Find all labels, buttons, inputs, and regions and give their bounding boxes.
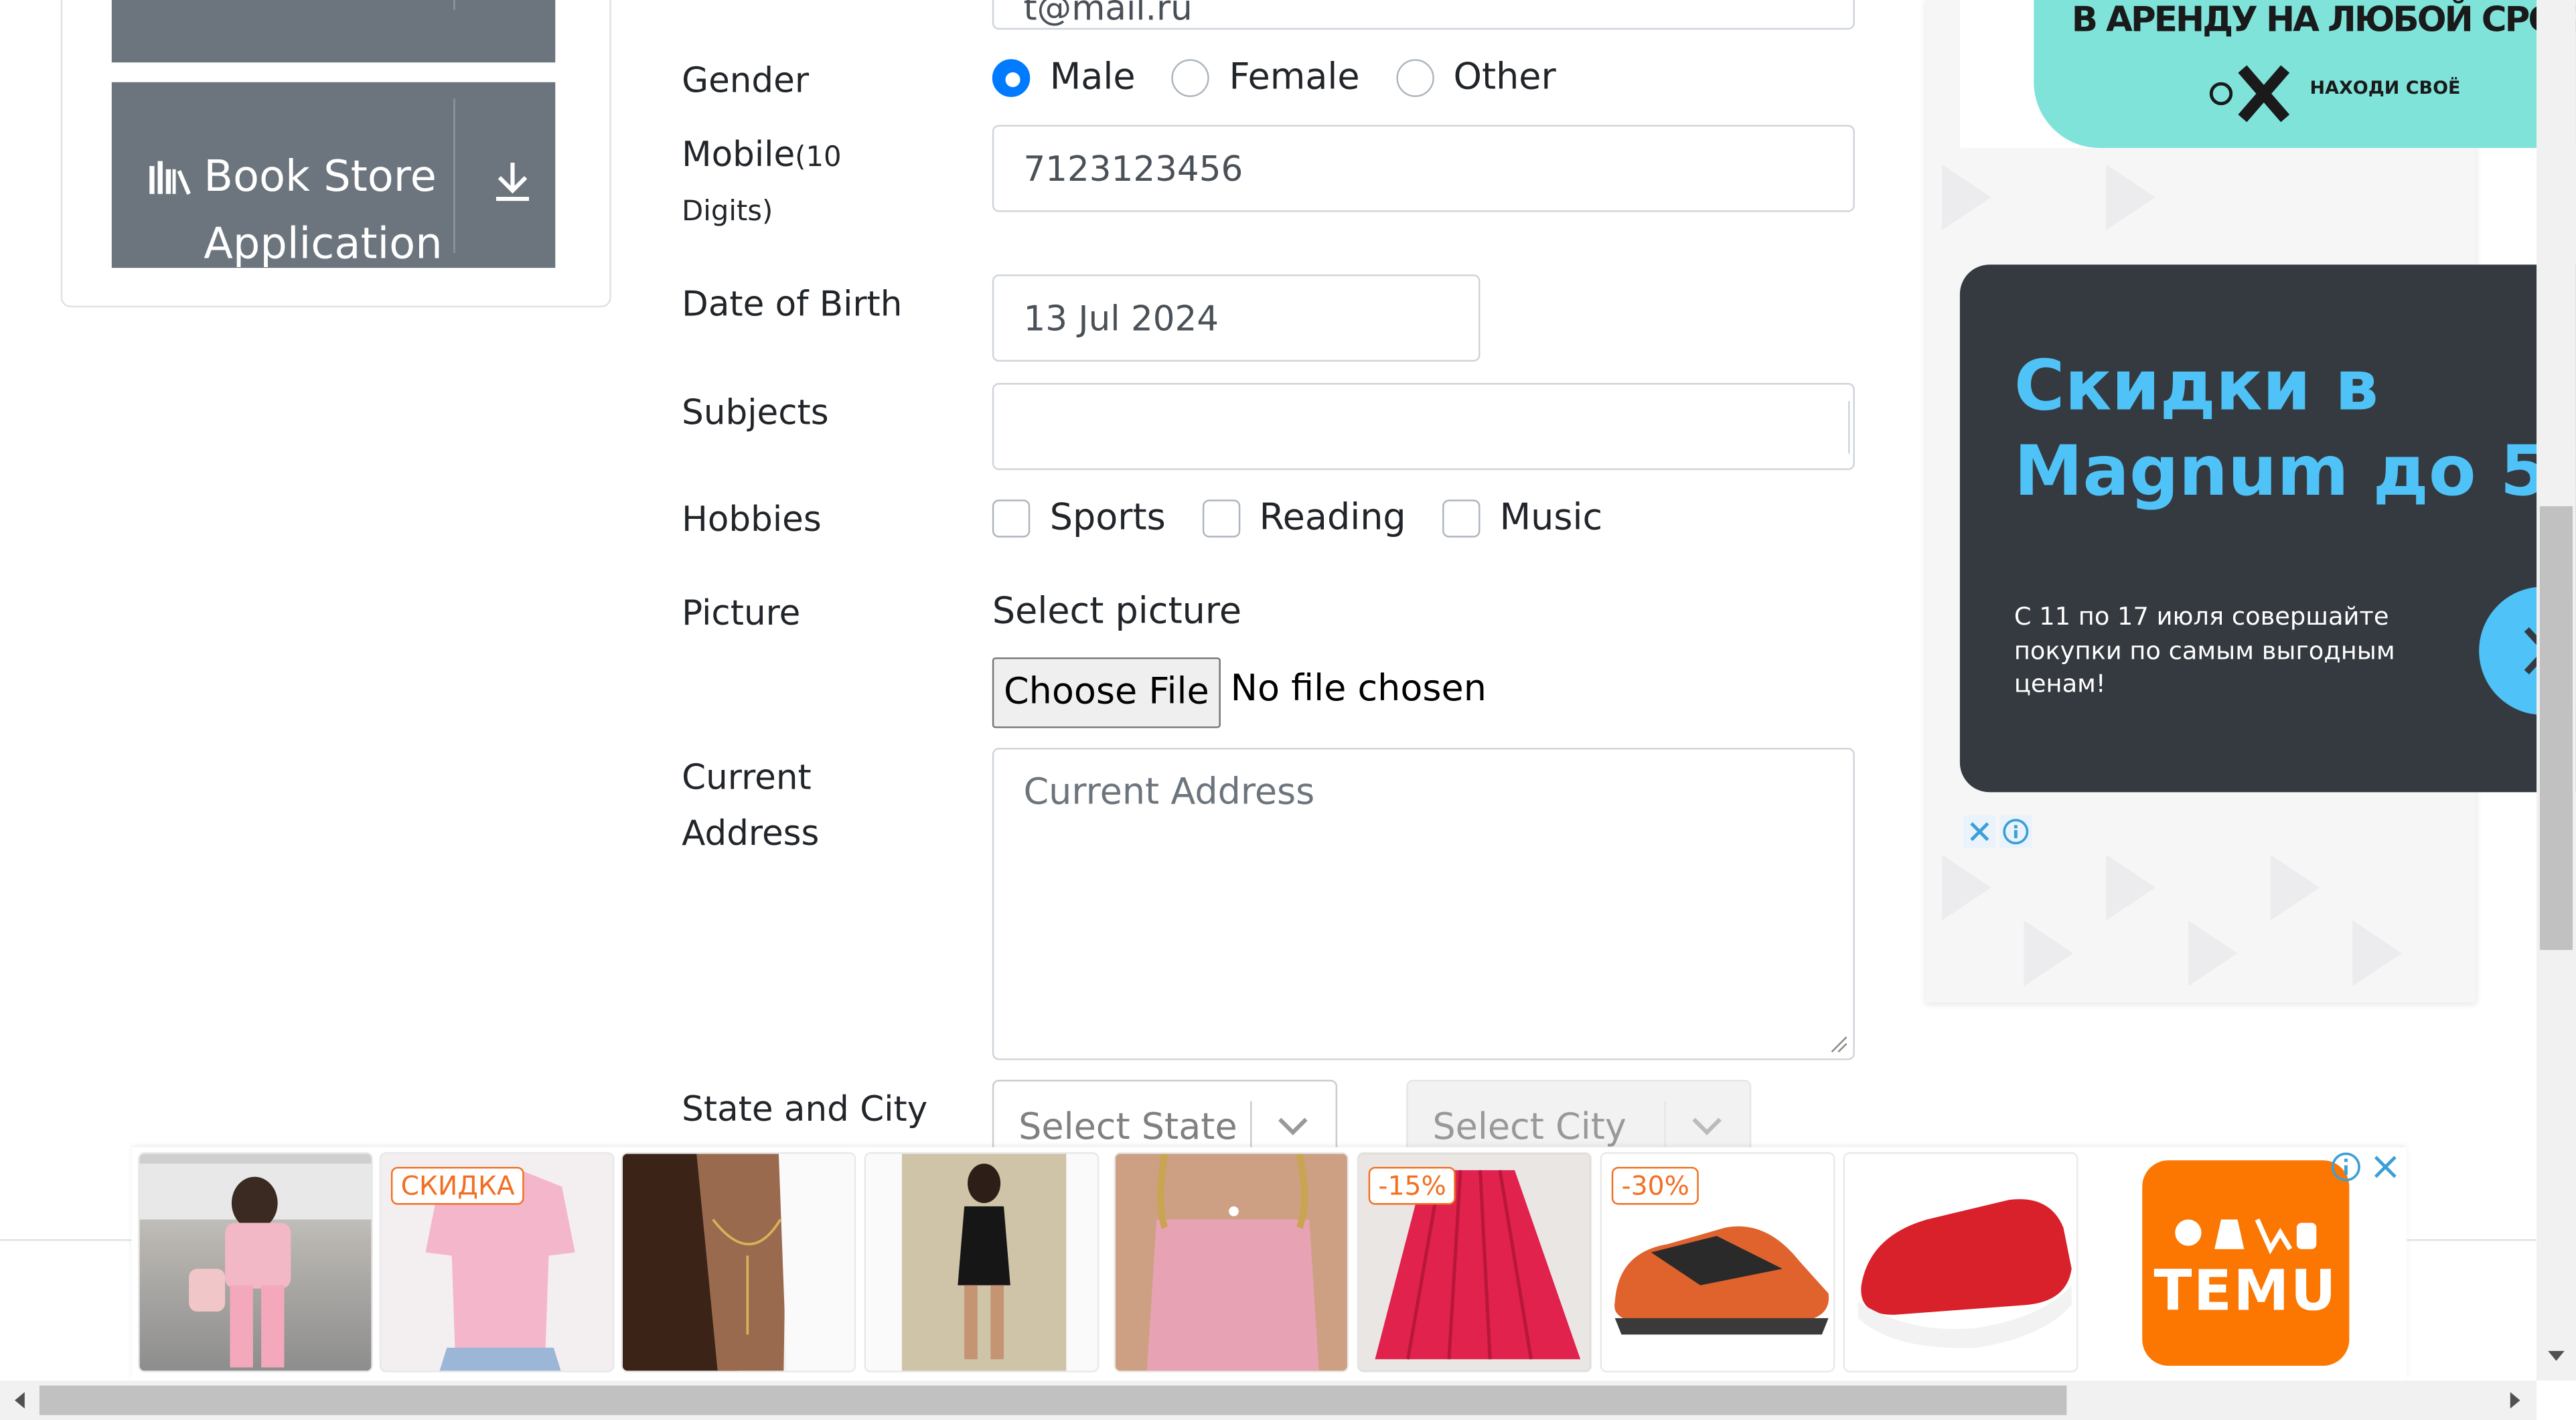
ad-top-title: В АРЕНДУ НА ЛЮБОЙ СРОК [2071,0,2576,40]
promo-title-line-1: Скидки в [2014,345,2379,426]
mobile-label: Mobile(10 [682,127,841,185]
ad-close-icon[interactable] [2370,1150,2400,1183]
current-address-label-1: Current [682,757,812,797]
dob-label: Date of Birth [682,284,903,324]
scroll-down-arrow-icon[interactable] [2545,1344,2567,1367]
no-file-chosen-text: No file chosen [1230,669,1487,710]
product-tile[interactable] [1843,1152,2078,1372]
gender-other-label[interactable]: Other [1453,58,1556,98]
tile-divider [453,98,455,254]
dob-value: 13 Jul 2024 [1023,298,1219,338]
browser-viewport: Book Store Application t@mail.ru Gender … [0,0,2576,1420]
subjects-caret [1848,400,1850,454]
hobbies-group: Sports Reading Music [992,498,1639,539]
product-tile[interactable]: СКИДКА [379,1152,615,1372]
tile-divider [453,0,455,10]
book-store-application-tile[interactable]: Book Store Application [111,82,556,268]
chevron-down-icon [1692,1117,1722,1135]
promo-title: Скидки в Magnum до 50% [2014,343,2576,514]
product-tile[interactable] [1114,1152,1349,1372]
vertical-scrollbar-thumb[interactable] [2539,506,2573,950]
promo-text: С 11 по 17 июля совершайте покупки по са… [2014,601,2395,699]
mobile-label-text: Mobile [682,135,795,175]
select-separator [1664,1101,1666,1151]
hobby-reading-label[interactable]: Reading [1260,498,1406,539]
mobile-hint: (10 [795,141,842,175]
subjects-input[interactable] [992,382,1855,471]
hobby-sports-label[interactable]: Sports [1050,498,1166,539]
menu-tile-previous[interactable] [111,0,556,63]
current-address-label-2: Address [682,813,820,854]
bottom-ad-strip[interactable]: СКИДКА -15% -30% TEMU [131,1147,2407,1381]
select-city-placeholder: Select City [1432,1107,1626,1149]
hobby-reading-checkbox[interactable] [1201,499,1240,538]
mobile-value: 7123123456 [1023,149,1243,189]
scroll-right-arrow-icon[interactable] [2504,1389,2526,1411]
ad-close-icon[interactable] [1963,815,1996,848]
books-icon [149,161,191,195]
product-tile[interactable]: -15% [1357,1152,1592,1372]
product-image-necklace [622,1154,854,1371]
mobile-hint-digits: Digits) [682,195,773,229]
chevron-down-icon [1278,1117,1308,1135]
mobile-input[interactable]: 7123123456 [992,125,1855,212]
discount-badge: -30% [1611,1166,1699,1205]
scroll-left-arrow-icon[interactable] [8,1389,31,1411]
gender-label: Gender [682,60,810,100]
gender-radio-group: Male Female Other [992,58,1592,98]
product-image-red-slipper [1858,1199,2072,1348]
gender-female-label[interactable]: Female [1229,58,1359,98]
hobbies-label: Hobbies [682,499,822,540]
temu-label: TEMU [2153,1259,2338,1325]
discount-badge: -15% [1368,1166,1456,1205]
hobby-music-label[interactable]: Music [1500,498,1603,539]
resize-grip-icon[interactable] [1830,1036,1848,1054]
select-state-placeholder: Select State [1018,1107,1237,1149]
temu-logo[interactable]: TEMU [2142,1160,2350,1366]
current-address-textarea[interactable]: Current Address [992,747,1855,1060]
gender-male-radio[interactable] [992,59,1031,97]
product-image-black-romper [865,1154,1097,1371]
select-separator [1250,1101,1252,1151]
ad-top-banner[interactable]: В АРЕНДУ НА ЛЮБОЙ СРОК НАХОДИ СВОЁ [1959,0,2576,148]
select-picture-label: Select picture [992,591,1242,633]
ad-info-icon[interactable] [2330,1150,2362,1183]
ad-info-icon[interactable] [1999,815,2032,848]
subjects-label: Subjects [682,392,829,432]
gender-male-label[interactable]: Male [1050,58,1136,98]
state-city-label: State and City [682,1089,928,1129]
product-tile[interactable]: -30% [1600,1152,1835,1372]
date-of-birth-input[interactable]: 13 Jul 2024 [992,274,1481,362]
product-image-pink-top [1115,1154,1347,1371]
email-value: t@mail.ru [1023,0,1193,28]
horizontal-scrollbar-thumb[interactable] [39,1385,2067,1415]
download-icon[interactable] [493,159,532,202]
hobby-sports-checkbox[interactable] [992,499,1031,538]
ad-choices [1963,815,2036,848]
product-tile[interactable] [138,1152,373,1372]
product-image-pink-outfit [139,1154,372,1368]
temu-toys-icon [2175,1218,2317,1255]
book-store-label: Book Store Application [204,153,443,268]
product-tile[interactable] [621,1152,856,1372]
promo-ad-card[interactable]: Скидки в Magnum до 50% С 11 по 17 июля с… [1959,264,2576,793]
email-field[interactable]: t@mail.ru [992,0,1855,30]
gender-female-radio[interactable] [1171,59,1210,97]
discount-badge: СКИДКА [390,1166,525,1205]
ad-top-slogan: НАХОДИ СВОЁ [2309,77,2461,99]
choose-file-button[interactable]: Choose File [992,657,1221,728]
picture-label: Picture [682,593,801,633]
hobby-music-checkbox[interactable] [1442,499,1481,538]
current-address-placeholder: Current Address [1023,772,1315,814]
product-tile[interactable] [864,1152,1100,1372]
promo-title-line-2: Magnum до 50% [2014,430,2576,511]
gender-other-radio[interactable] [1395,59,1434,97]
